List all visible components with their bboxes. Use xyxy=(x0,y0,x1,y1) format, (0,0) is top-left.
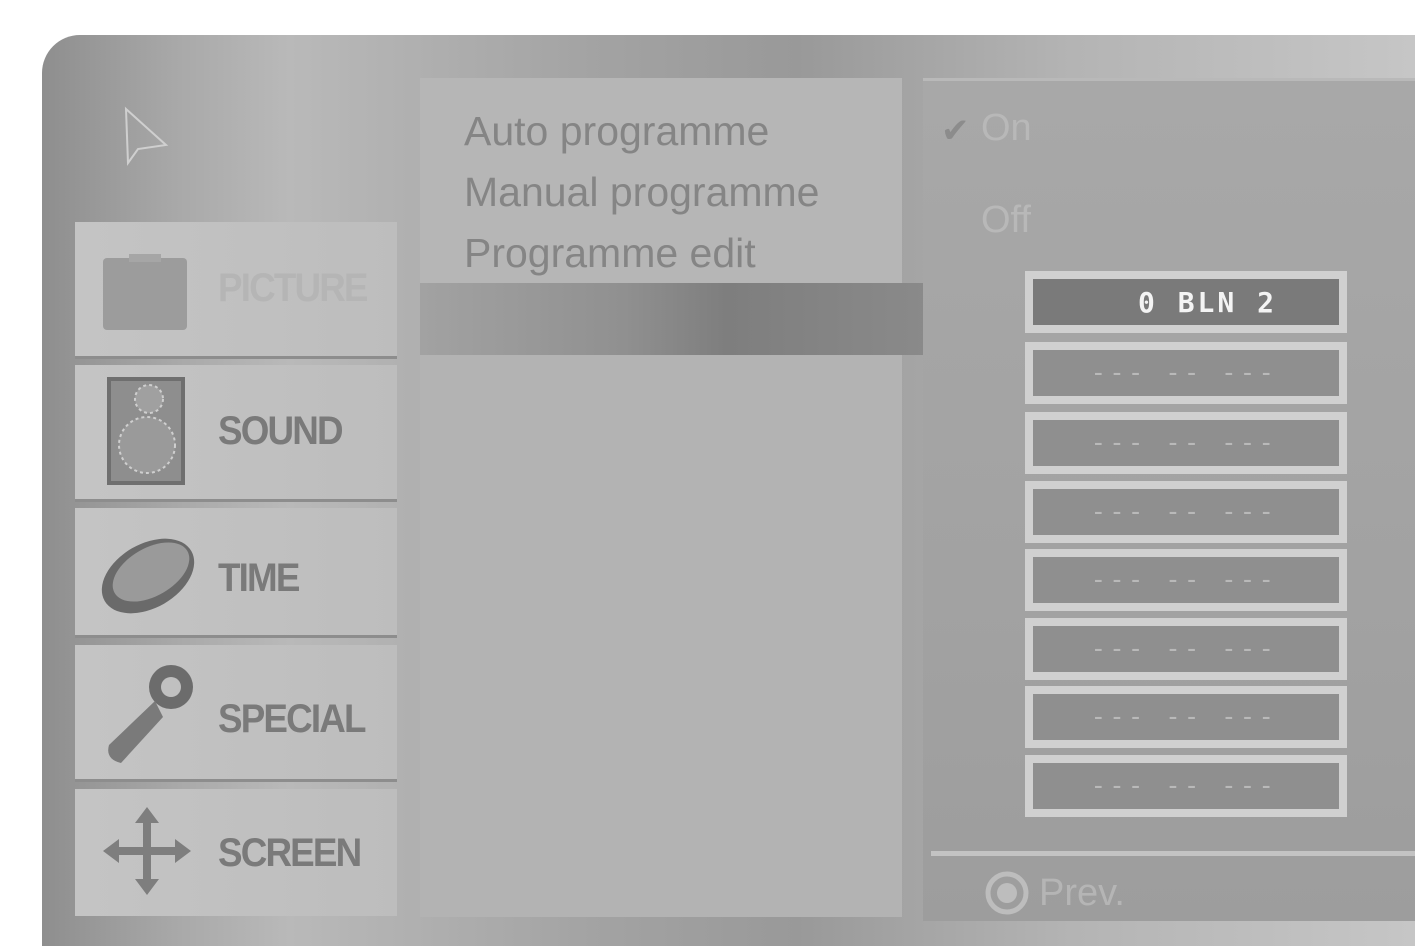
osd-menu-frame: PICTURE SOUND TIME SPECIAL SCREEN Auto p… xyxy=(42,35,1415,946)
programme-slot[interactable]: 0 BLN 2 xyxy=(1025,271,1347,333)
programme-slot-label: 0 BLN 2 xyxy=(1033,279,1339,325)
menu-special-label: SPECIAL xyxy=(218,697,366,741)
programme-slot[interactable]: --- -- --- xyxy=(1025,549,1347,611)
programme-slot[interactable]: --- -- --- xyxy=(1025,481,1347,543)
menu-special[interactable]: SPECIAL xyxy=(75,645,397,782)
prev-button[interactable]: Prev. xyxy=(985,871,1125,915)
submenu-programme-edit[interactable]: Programme edit xyxy=(464,230,756,277)
programme-slot-label: --- -- --- xyxy=(1033,489,1339,535)
checkmark-icon: ✔ xyxy=(941,112,970,150)
programme-slot-label: --- -- --- xyxy=(1033,420,1339,466)
selection-band xyxy=(420,283,930,355)
programme-slot-label: --- -- --- xyxy=(1033,626,1339,672)
submenu-auto-programme[interactable]: Auto programme xyxy=(464,108,769,155)
option-panel: ✔ On Off 0 BLN 2 --- -- --- --- -- --- -… xyxy=(923,78,1415,921)
programme-slot[interactable]: --- -- --- xyxy=(1025,342,1347,404)
picture-icon xyxy=(99,252,191,337)
menu-sound-label: SOUND xyxy=(218,409,344,453)
programme-slot[interactable]: --- -- --- xyxy=(1025,755,1347,817)
option-off[interactable]: Off xyxy=(981,199,1031,242)
programme-slot-label: --- -- --- xyxy=(1033,694,1339,740)
submenu-panel: Auto programme Manual programme Programm… xyxy=(420,78,902,283)
programme-slot[interactable]: --- -- --- xyxy=(1025,686,1347,748)
menu-screen-label: SCREEN xyxy=(218,831,362,875)
submenu-lower-panel xyxy=(420,355,902,917)
programme-slot[interactable]: --- -- --- xyxy=(1025,618,1347,680)
move-arrows-icon xyxy=(99,803,195,904)
menu-screen[interactable]: SCREEN xyxy=(75,789,397,916)
programme-slot-label: --- -- --- xyxy=(1033,557,1339,603)
programme-slot-label: --- -- --- xyxy=(1033,350,1339,396)
menu-time-label: TIME xyxy=(218,556,300,600)
pointer-icon xyxy=(124,106,169,166)
prev-label: Prev. xyxy=(1039,871,1125,914)
clock-icon xyxy=(93,526,203,631)
menu-picture[interactable]: PICTURE xyxy=(75,222,397,359)
submenu-manual-programme[interactable]: Manual programme xyxy=(464,169,820,216)
key-icon xyxy=(99,659,199,776)
menu-sound[interactable]: SOUND xyxy=(75,365,397,502)
menu-time[interactable]: TIME xyxy=(75,508,397,638)
option-on[interactable]: On xyxy=(981,107,1032,150)
divider xyxy=(931,851,1415,856)
menu-picture-label: PICTURE xyxy=(218,266,368,310)
speaker-icon xyxy=(99,375,191,492)
ok-button-icon xyxy=(985,871,1029,915)
programme-slot-label: --- -- --- xyxy=(1033,763,1339,809)
programme-slot[interactable]: --- -- --- xyxy=(1025,412,1347,474)
